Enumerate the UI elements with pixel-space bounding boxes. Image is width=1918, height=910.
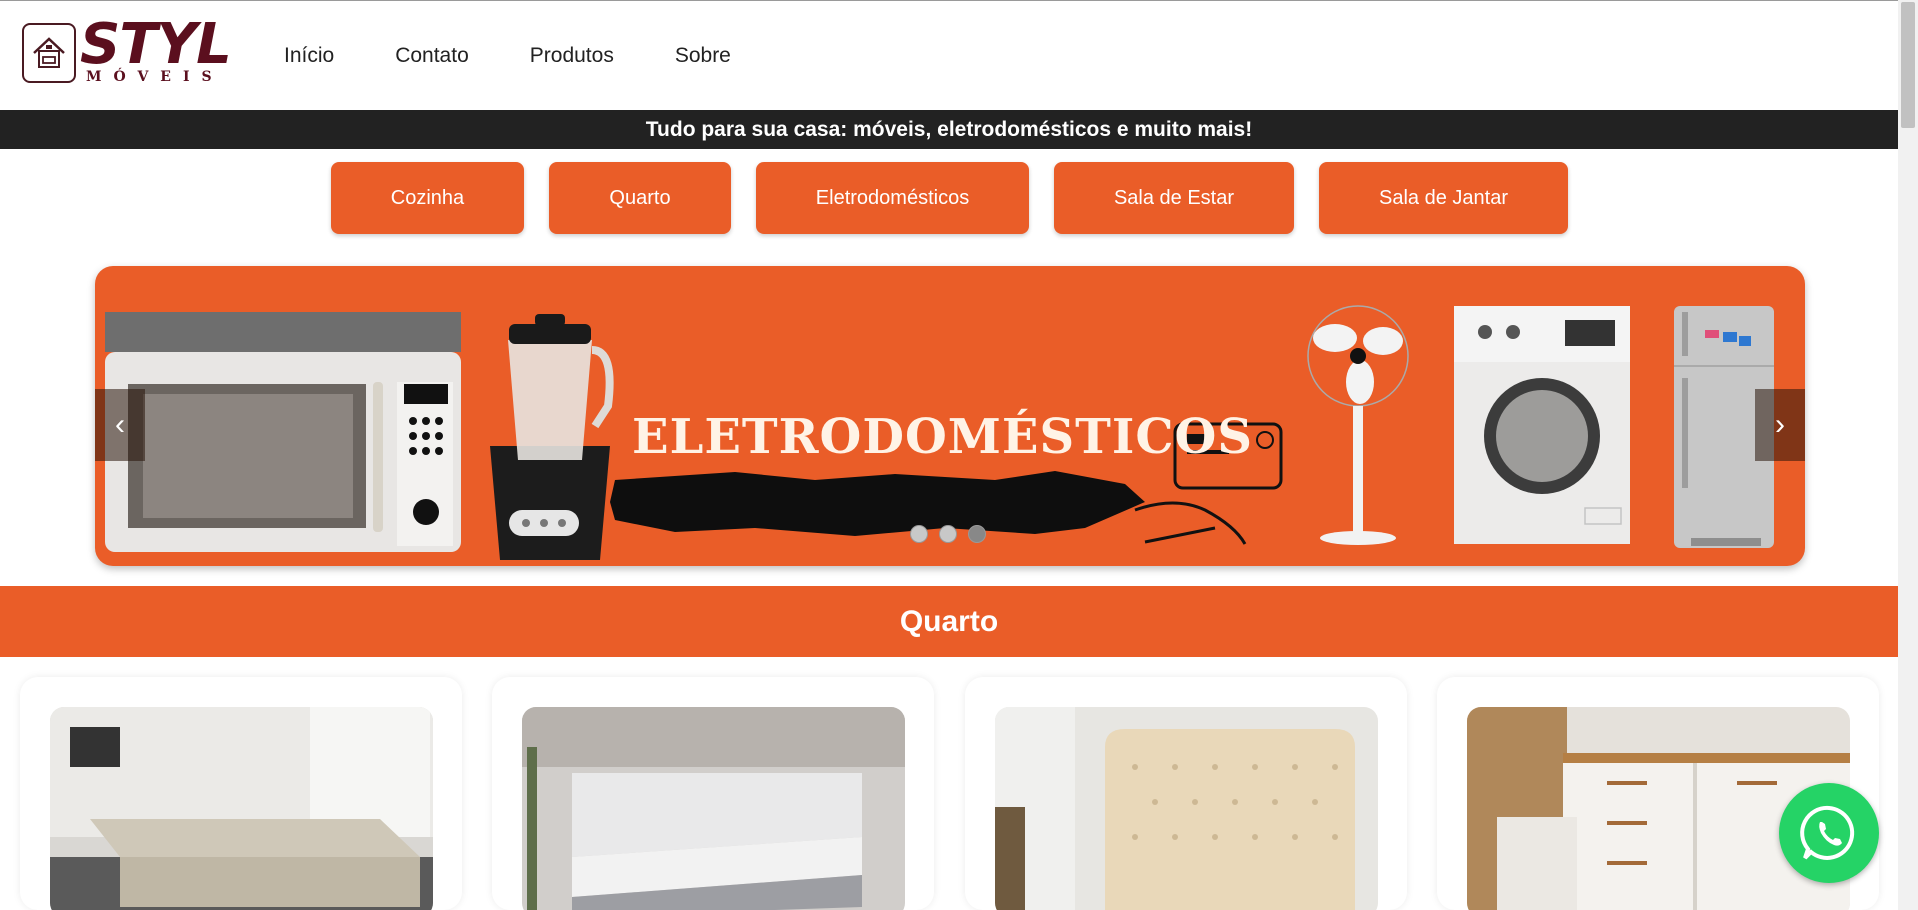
promo-strip: Tudo para sua casa: móveis, eletrodomést… bbox=[0, 110, 1898, 149]
product-card[interactable] bbox=[492, 677, 934, 910]
decorative-splash bbox=[610, 471, 1145, 536]
logo-subtitle: MÓVEIS bbox=[86, 69, 224, 85]
blender-icon bbox=[490, 314, 614, 560]
category-button-cozinha[interactable]: Cozinha bbox=[331, 162, 524, 234]
logo-word: STYL bbox=[80, 12, 232, 77]
carousel-title: ELETRODOMÉSTICOS bbox=[632, 409, 1254, 465]
microwave-icon bbox=[105, 312, 461, 552]
product-card[interactable] bbox=[965, 677, 1407, 910]
carousel-indicators bbox=[910, 525, 997, 543]
category-button-sala-de-estar[interactable]: Sala de Estar bbox=[1054, 162, 1294, 234]
nav-link-contato[interactable]: Contato bbox=[395, 44, 469, 68]
carousel-prev-button[interactable]: ‹ bbox=[95, 389, 145, 461]
hero-carousel: ELETRODOMÉSTICOS ‹ › bbox=[95, 266, 1805, 566]
category-button-sala-de-jantar[interactable]: Sala de Jantar bbox=[1319, 162, 1568, 234]
product-card[interactable] bbox=[20, 677, 462, 910]
nav-link-produtos[interactable]: Produtos bbox=[530, 44, 614, 68]
page-scrollbar[interactable] bbox=[1898, 0, 1918, 910]
carousel-dot-active[interactable] bbox=[968, 525, 986, 543]
house-icon bbox=[22, 23, 76, 83]
category-bar: Cozinha Quarto Eletrodomésticos Sala de … bbox=[0, 162, 1898, 234]
logo[interactable]: STYL MÓVEIS bbox=[20, 13, 246, 89]
category-button-eletrodomesticos[interactable]: Eletrodomésticos bbox=[756, 162, 1029, 234]
fan-icon bbox=[1307, 305, 1409, 545]
section-title: Quarto bbox=[0, 586, 1898, 657]
product-image-headboard[interactable] bbox=[995, 707, 1378, 910]
scrollbar-thumb[interactable] bbox=[1901, 2, 1915, 128]
product-image-mattress[interactable] bbox=[522, 707, 905, 910]
washing-machine-icon bbox=[1454, 306, 1630, 544]
whatsapp-button[interactable] bbox=[1779, 783, 1879, 883]
nav-link-inicio[interactable]: Início bbox=[284, 44, 334, 68]
category-button-quarto[interactable]: Quarto bbox=[549, 162, 731, 234]
site-header: STYL MÓVEIS Início Contato Produtos Sobr… bbox=[0, 0, 1898, 110]
carousel-next-button[interactable]: › bbox=[1755, 389, 1805, 461]
nav-link-sobre[interactable]: Sobre bbox=[675, 44, 731, 68]
carousel-dot[interactable] bbox=[910, 525, 928, 543]
product-image-box-bed[interactable] bbox=[50, 707, 433, 910]
carousel-dot[interactable] bbox=[939, 525, 957, 543]
main-nav: Início Contato Produtos Sobre bbox=[284, 1, 792, 111]
whatsapp-icon bbox=[1800, 805, 1855, 860]
